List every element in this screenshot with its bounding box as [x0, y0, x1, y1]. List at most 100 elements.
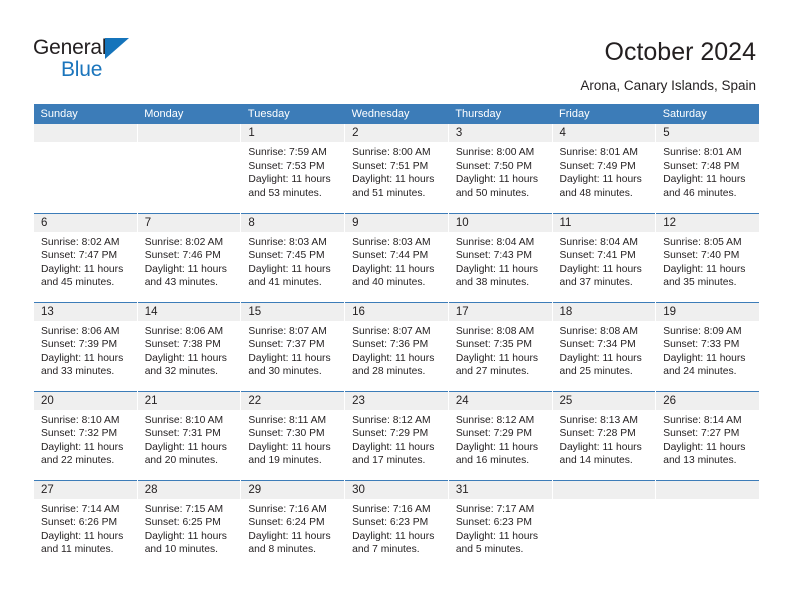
daylight-text-line1: Daylight: 11 hours — [248, 174, 331, 186]
day-number: 2 — [345, 124, 448, 142]
calendar-day-cell[interactable]: 20 Sunrise: 8:10 AM Sunset: 7:32 PM Dayligh… — [33, 390, 138, 480]
calendar-day-cell[interactable]: 12 Sunrise: 8:05 AM Sunset: 7:40 PM Dayligh… — [655, 212, 760, 302]
calendar-day-cell[interactable]: 19 Sunrise: 8:09 AM Sunset: 7:33 PM Dayligh… — [655, 301, 760, 391]
calendar-table: Sunday Monday Tuesday Wednesday Thursday… — [33, 104, 760, 569]
calendar-day-cell[interactable]: 3 Sunrise: 8:00 AM Sunset: 7:50 PM Daylight… — [447, 124, 553, 213]
day-details: Sunrise: 8:08 AM Sunset: 7:34 PM Daylight:… — [553, 321, 656, 379]
daylight-text-line2: and 37 minutes. — [559, 277, 633, 289]
day-number: 8 — [241, 213, 345, 232]
calendar-week-row: 6 Sunrise: 8:02 AM Sunset: 7:47 PM Daylight… — [33, 212, 760, 302]
day-details: Sunrise: 8:10 AM Sunset: 7:31 PM Daylight:… — [138, 410, 241, 468]
sunset-text: Sunset: 7:39 PM — [41, 339, 118, 351]
calendar-day-cell[interactable]: 17 Sunrise: 8:08 AM Sunset: 7:35 PM Dayligh… — [447, 301, 553, 391]
calendar-day-cell-empty — [33, 124, 138, 213]
calendar-day-cell[interactable]: 10 Sunrise: 8:04 AM Sunset: 7:43 PM Dayligh… — [447, 212, 553, 302]
calendar-day-cell[interactable]: 1 Sunrise: 7:59 AM Sunset: 7:53 PM Daylight… — [240, 124, 345, 213]
daylight-text-line2: and 19 minutes. — [248, 455, 322, 467]
weekday-header-monday: Monday — [137, 104, 241, 124]
day-details: Sunrise: 8:02 AM Sunset: 7:47 PM Daylight:… — [34, 232, 137, 290]
daylight-text-line2: and 43 minutes. — [144, 277, 218, 289]
calendar-day-cell[interactable]: 8 Sunrise: 8:03 AM Sunset: 7:45 PM Daylight… — [240, 212, 345, 302]
sunrise-text: Sunrise: 8:12 AM — [455, 414, 535, 426]
daylight-text-line1: Daylight: 11 hours — [144, 441, 227, 453]
calendar-day-cell[interactable]: 11 Sunrise: 8:04 AM Sunset: 7:41 PM Dayligh… — [551, 212, 656, 302]
calendar-day-cell[interactable]: 23 Sunrise: 8:12 AM Sunset: 7:29 PM Dayligh… — [344, 390, 449, 480]
day-details: Sunrise: 8:12 AM Sunset: 7:29 PM Daylight:… — [449, 410, 552, 468]
day-number: 13 — [34, 302, 137, 321]
calendar-day-cell[interactable]: 28 Sunrise: 7:15 AM Sunset: 6:25 PM Dayligh… — [136, 479, 241, 569]
calendar-day-cell[interactable]: 4 Sunrise: 8:01 AM Sunset: 7:49 PM Daylight… — [551, 124, 656, 213]
calendar-day-cell[interactable]: 9 Sunrise: 8:03 AM Sunset: 7:44 PM Daylight… — [344, 212, 449, 302]
daylight-text-line2: and 45 minutes. — [41, 277, 115, 289]
calendar-day-cell[interactable]: 16 Sunrise: 8:07 AM Sunset: 7:36 PM Dayligh… — [344, 301, 449, 391]
sunset-text: Sunset: 6:25 PM — [144, 517, 221, 529]
calendar-day-cell[interactable]: 24 Sunrise: 8:12 AM Sunset: 7:29 PM Dayligh… — [447, 390, 553, 480]
day-details: Sunrise: 8:07 AM Sunset: 7:36 PM Daylight:… — [345, 321, 448, 379]
day-details: Sunrise: 8:01 AM Sunset: 7:49 PM Daylight:… — [553, 142, 656, 200]
sunset-text: Sunset: 7:51 PM — [352, 160, 429, 172]
calendar-day-cell[interactable]: 13 Sunrise: 8:06 AM Sunset: 7:39 PM Dayligh… — [33, 301, 138, 391]
brand-name-line2: Blue — [61, 58, 103, 81]
sunset-text: Sunset: 7:32 PM — [41, 428, 118, 440]
day-details: Sunrise: 7:59 AM Sunset: 7:53 PM Daylight:… — [241, 142, 344, 200]
sunset-text: Sunset: 7:34 PM — [559, 339, 636, 351]
calendar-day-cell[interactable]: 14 Sunrise: 8:06 AM Sunset: 7:38 PM Dayligh… — [136, 301, 241, 391]
calendar-day-cell[interactable]: 18 Sunrise: 8:08 AM Sunset: 7:34 PM Dayligh… — [551, 301, 656, 391]
day-details: Sunrise: 7:16 AM Sunset: 6:24 PM Daylight:… — [241, 499, 344, 557]
day-number: 30 — [345, 480, 448, 499]
calendar-day-cell[interactable]: 31 Sunrise: 7:17 AM Sunset: 6:23 PM Dayligh… — [447, 479, 553, 569]
sunset-text: Sunset: 7:45 PM — [248, 250, 325, 262]
calendar-day-cell[interactable]: 22 Sunrise: 8:11 AM Sunset: 7:30 PM Dayligh… — [240, 390, 345, 480]
calendar-day-cell[interactable]: 5 Sunrise: 8:01 AM Sunset: 7:48 PM Daylight… — [655, 124, 760, 213]
sunset-text: Sunset: 6:23 PM — [455, 517, 532, 529]
daylight-text-line1: Daylight: 11 hours — [144, 352, 227, 364]
day-number: 16 — [345, 302, 448, 321]
calendar-day-cell-empty — [655, 479, 760, 569]
calendar-day-cell[interactable]: 30 Sunrise: 7:16 AM Sunset: 6:23 PM Dayligh… — [344, 479, 449, 569]
calendar-day-cell[interactable]: 7 Sunrise: 8:02 AM Sunset: 7:46 PM Daylight… — [136, 212, 241, 302]
daylight-text-line1: Daylight: 11 hours — [144, 530, 227, 542]
daylight-text-line1: Daylight: 11 hours — [663, 263, 746, 275]
sunrise-text: Sunrise: 8:00 AM — [352, 147, 431, 158]
day-number: 23 — [345, 391, 448, 410]
daylight-text-line2: and 5 minutes. — [455, 544, 524, 556]
sunset-text: Sunset: 7:31 PM — [144, 428, 221, 440]
daylight-text-line1: Daylight: 11 hours — [352, 174, 435, 186]
day-details: Sunrise: 8:00 AM Sunset: 7:51 PM Daylight:… — [345, 142, 448, 200]
day-details: Sunrise: 8:04 AM Sunset: 7:43 PM Daylight:… — [449, 232, 552, 290]
weekday-header-friday: Friday — [552, 104, 656, 124]
day-number: 14 — [137, 302, 241, 321]
sunrise-text: Sunrise: 8:10 AM — [144, 414, 224, 426]
calendar-day-cell[interactable]: 2 Sunrise: 8:00 AM Sunset: 7:51 PM Daylight… — [344, 124, 449, 213]
brand-logo[interactable]: General Blue — [33, 36, 233, 88]
sunrise-text: Sunrise: 8:12 AM — [352, 414, 431, 426]
day-number — [656, 480, 760, 499]
daylight-text-line1: Daylight: 11 hours — [352, 352, 435, 364]
weekday-header-tuesday: Tuesday — [240, 104, 345, 124]
calendar-day-cell[interactable]: 26 Sunrise: 8:14 AM Sunset: 7:27 PM Dayligh… — [655, 390, 760, 480]
calendar-day-cell[interactable]: 21 Sunrise: 8:10 AM Sunset: 7:31 PM Dayligh… — [136, 390, 241, 480]
daylight-text-line2: and 11 minutes. — [41, 544, 114, 556]
daylight-text-line1: Daylight: 11 hours — [663, 352, 746, 364]
sunrise-text: Sunrise: 8:04 AM — [455, 236, 535, 248]
sunrise-text: Sunrise: 8:00 AM — [455, 147, 535, 158]
calendar-day-cell[interactable]: 27 Sunrise: 7:14 AM Sunset: 6:26 PM Dayligh… — [33, 479, 138, 569]
calendar-week-row: 1 Sunrise: 7:59 AM Sunset: 7:53 PM Daylight… — [33, 124, 760, 213]
day-number: 3 — [448, 124, 552, 142]
day-number: 22 — [241, 391, 345, 410]
sunrise-text: Sunrise: 8:03 AM — [248, 236, 327, 248]
day-details: Sunrise: 7:14 AM Sunset: 6:26 PM Daylight:… — [34, 499, 137, 557]
day-number: 20 — [34, 391, 137, 410]
calendar-day-cell[interactable]: 29 Sunrise: 7:16 AM Sunset: 6:24 PM Dayligh… — [240, 479, 345, 569]
calendar-day-cell[interactable]: 6 Sunrise: 8:02 AM Sunset: 7:47 PM Daylight… — [33, 212, 138, 302]
calendar-day-cell-empty — [136, 124, 241, 213]
sunset-text: Sunset: 7:36 PM — [352, 339, 429, 351]
calendar-day-cell[interactable]: 25 Sunrise: 8:13 AM Sunset: 7:28 PM Dayligh… — [551, 390, 656, 480]
weekday-header-wednesday: Wednesday — [344, 104, 449, 124]
triangle-icon — [105, 38, 129, 59]
calendar-week-row: 13 Sunrise: 8:06 AM Sunset: 7:39 PM Dayligh… — [33, 301, 760, 391]
daylight-text-line1: Daylight: 11 hours — [455, 441, 539, 453]
sunrise-text: Sunrise: 8:01 AM — [663, 147, 742, 158]
calendar-day-cell[interactable]: 15 Sunrise: 8:07 AM Sunset: 7:37 PM Dayligh… — [240, 301, 345, 391]
day-details: Sunrise: 7:16 AM Sunset: 6:23 PM Daylight:… — [345, 499, 448, 557]
